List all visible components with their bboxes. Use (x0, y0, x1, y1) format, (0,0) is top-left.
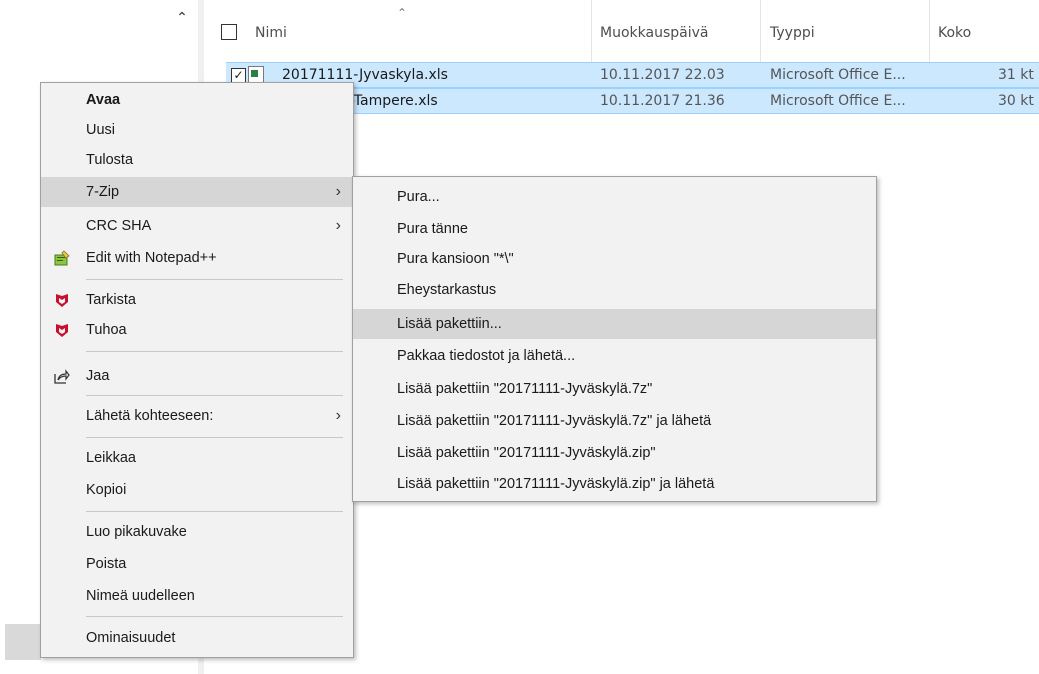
file-modified: 10.11.2017 21.36 (600, 93, 725, 109)
submenu-item-test-archive[interactable]: Eheystarkastus (353, 275, 876, 305)
sort-up-icon: ⌃ (397, 6, 408, 20)
notepad-plus-plus-icon (54, 250, 70, 266)
menu-separator (86, 616, 343, 617)
menu-label: Edit with Notepad++ (86, 250, 217, 266)
submenu-label: Pura tänne (397, 221, 468, 237)
menu-label: Leikkaa (86, 450, 136, 466)
menu-label: Luo pikakuvake (86, 524, 187, 540)
menu-item-cut[interactable]: Leikkaa (41, 443, 353, 473)
file-modified: 10.11.2017 22.03 (600, 67, 725, 83)
submenu-item-extract[interactable]: Pura... (353, 182, 876, 212)
menu-item-copy[interactable]: Kopioi (41, 475, 353, 505)
menu-item-new[interactable]: Uusi (41, 115, 353, 145)
column-separator[interactable] (591, 0, 592, 62)
chevron-right-icon: › (335, 217, 341, 234)
context-menu: Avaa Uusi Tulosta 7-Zip › CRC SHA › Edit… (40, 82, 354, 658)
column-header-modified[interactable]: Muokkauspäivä (600, 0, 708, 62)
menu-separator (86, 511, 343, 512)
file-type: Microsoft Office E... (770, 93, 906, 109)
file-type: Microsoft Office E... (770, 67, 906, 83)
mcafee-shield-icon (56, 324, 68, 337)
submenu-item-compress-and-send[interactable]: Pakkaa tiedostot ja lähetä... (353, 341, 876, 371)
menu-label: 7-Zip (86, 184, 120, 200)
chevron-right-icon: › (335, 407, 341, 424)
menu-label: Poista (86, 556, 127, 572)
menu-label: Avaa (86, 92, 121, 108)
column-header-name[interactable]: Nimi (255, 0, 287, 62)
menu-item-print[interactable]: Tulosta (41, 145, 353, 175)
row-checkbox[interactable]: ✓ (231, 68, 246, 83)
menu-item-7zip[interactable]: 7-Zip › (41, 177, 353, 207)
menu-item-scan[interactable]: Tarkista (41, 285, 353, 315)
menu-label: Kopioi (86, 482, 127, 498)
column-separator[interactable] (760, 0, 761, 62)
submenu-item-add-to-7z-and-send[interactable]: Lisää pakettiin "20171111-Jyväskylä.7z" … (353, 406, 876, 436)
submenu-item-add-to-archive[interactable]: Lisää pakettiin... (353, 309, 876, 339)
submenu-item-extract-to-folder[interactable]: Pura kansioon "*\" (353, 244, 876, 274)
share-icon (54, 369, 70, 384)
menu-item-open[interactable]: Avaa (41, 85, 353, 115)
menu-item-delete[interactable]: Poista (41, 549, 353, 579)
submenu-label: Pura kansioon "*\" (397, 251, 514, 267)
menu-separator (86, 351, 343, 352)
submenu-item-add-to-7z[interactable]: Lisää pakettiin "20171111-Jyväskylä.7z" (353, 374, 876, 404)
submenu-label: Lisää pakettiin "20171111-Jyväskylä.7z" (397, 381, 653, 397)
submenu-label: Eheystarkastus (397, 282, 497, 298)
file-size: 31 kt (998, 67, 1034, 83)
column-header-size[interactable]: Koko (938, 0, 971, 62)
menu-separator (86, 279, 343, 280)
column-header-type[interactable]: Tyyppi (770, 0, 815, 62)
column-separator[interactable] (929, 0, 930, 62)
submenu-item-extract-here[interactable]: Pura tänne (353, 214, 876, 244)
submenu-label: Lisää pakettiin "20171111-Jyväskylä.7z" … (397, 413, 712, 429)
submenu-item-add-to-zip-and-send[interactable]: Lisää pakettiin "20171111-Jyväskylä.zip"… (353, 469, 876, 499)
file-name: -Tampere.xls (350, 93, 438, 109)
menu-item-create-shortcut[interactable]: Luo pikakuvake (41, 517, 353, 547)
menu-item-notepad[interactable]: Edit with Notepad++ (41, 243, 353, 273)
menu-item-crc-sha[interactable]: CRC SHA › (41, 211, 353, 241)
nav-scroll-up-icon[interactable]: ⌃ (172, 8, 192, 28)
submenu-label: Pakkaa tiedostot ja lähetä... (397, 348, 576, 364)
7zip-submenu: Pura... Pura tänne Pura kansioon "*\" Eh… (352, 176, 877, 502)
menu-label: Tulosta (86, 152, 134, 168)
menu-item-shred[interactable]: Tuhoa (41, 315, 353, 345)
menu-label: Jaa (86, 368, 110, 384)
submenu-label: Lisää pakettiin... (397, 316, 502, 332)
menu-separator (86, 437, 343, 438)
nav-selected-item[interactable] (5, 624, 41, 660)
menu-item-properties[interactable]: Ominaisuudet (41, 623, 353, 653)
menu-label: Nimeä uudelleen (86, 588, 195, 604)
menu-separator (86, 395, 343, 396)
submenu-label: Lisää pakettiin "20171111-Jyväskylä.zip" (397, 445, 656, 461)
menu-label: Uusi (86, 122, 116, 138)
submenu-item-add-to-zip[interactable]: Lisää pakettiin "20171111-Jyväskylä.zip" (353, 438, 876, 468)
menu-label: CRC SHA (86, 218, 152, 234)
submenu-label: Lisää pakettiin "20171111-Jyväskylä.zip"… (397, 476, 715, 492)
menu-label: Tuhoa (86, 322, 127, 338)
menu-label: Tarkista (86, 292, 136, 308)
submenu-label: Pura... (397, 189, 440, 205)
mcafee-shield-icon (56, 294, 68, 307)
chevron-right-icon: › (335, 183, 341, 200)
menu-label: Lähetä kohteeseen: (86, 408, 214, 424)
select-all-checkbox[interactable] (221, 24, 237, 40)
menu-item-share[interactable]: Jaa (41, 361, 353, 391)
menu-item-rename[interactable]: Nimeä uudelleen (41, 581, 353, 611)
menu-label: Ominaisuudet (86, 630, 176, 646)
file-size: 30 kt (998, 93, 1034, 109)
menu-item-send-to[interactable]: Lähetä kohteeseen: › (41, 401, 353, 431)
